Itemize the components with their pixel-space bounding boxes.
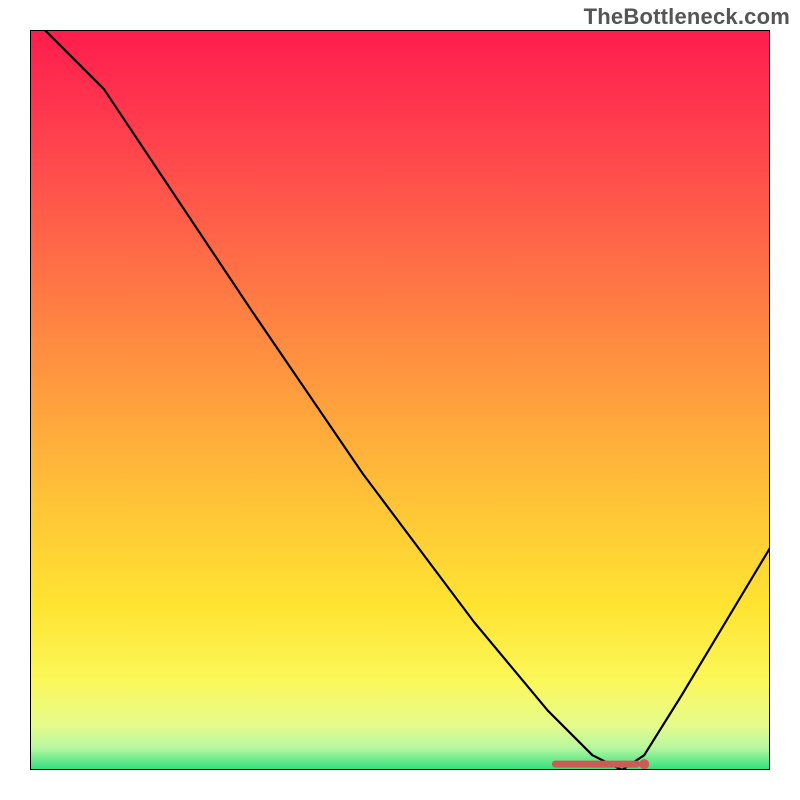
gradient-background xyxy=(30,30,770,770)
plot-svg xyxy=(30,30,770,770)
marker-dot-icon xyxy=(639,759,649,769)
plot-area xyxy=(30,30,770,770)
watermark-label: TheBottleneck.com xyxy=(584,4,790,30)
chart-container: TheBottleneck.com xyxy=(0,0,800,800)
